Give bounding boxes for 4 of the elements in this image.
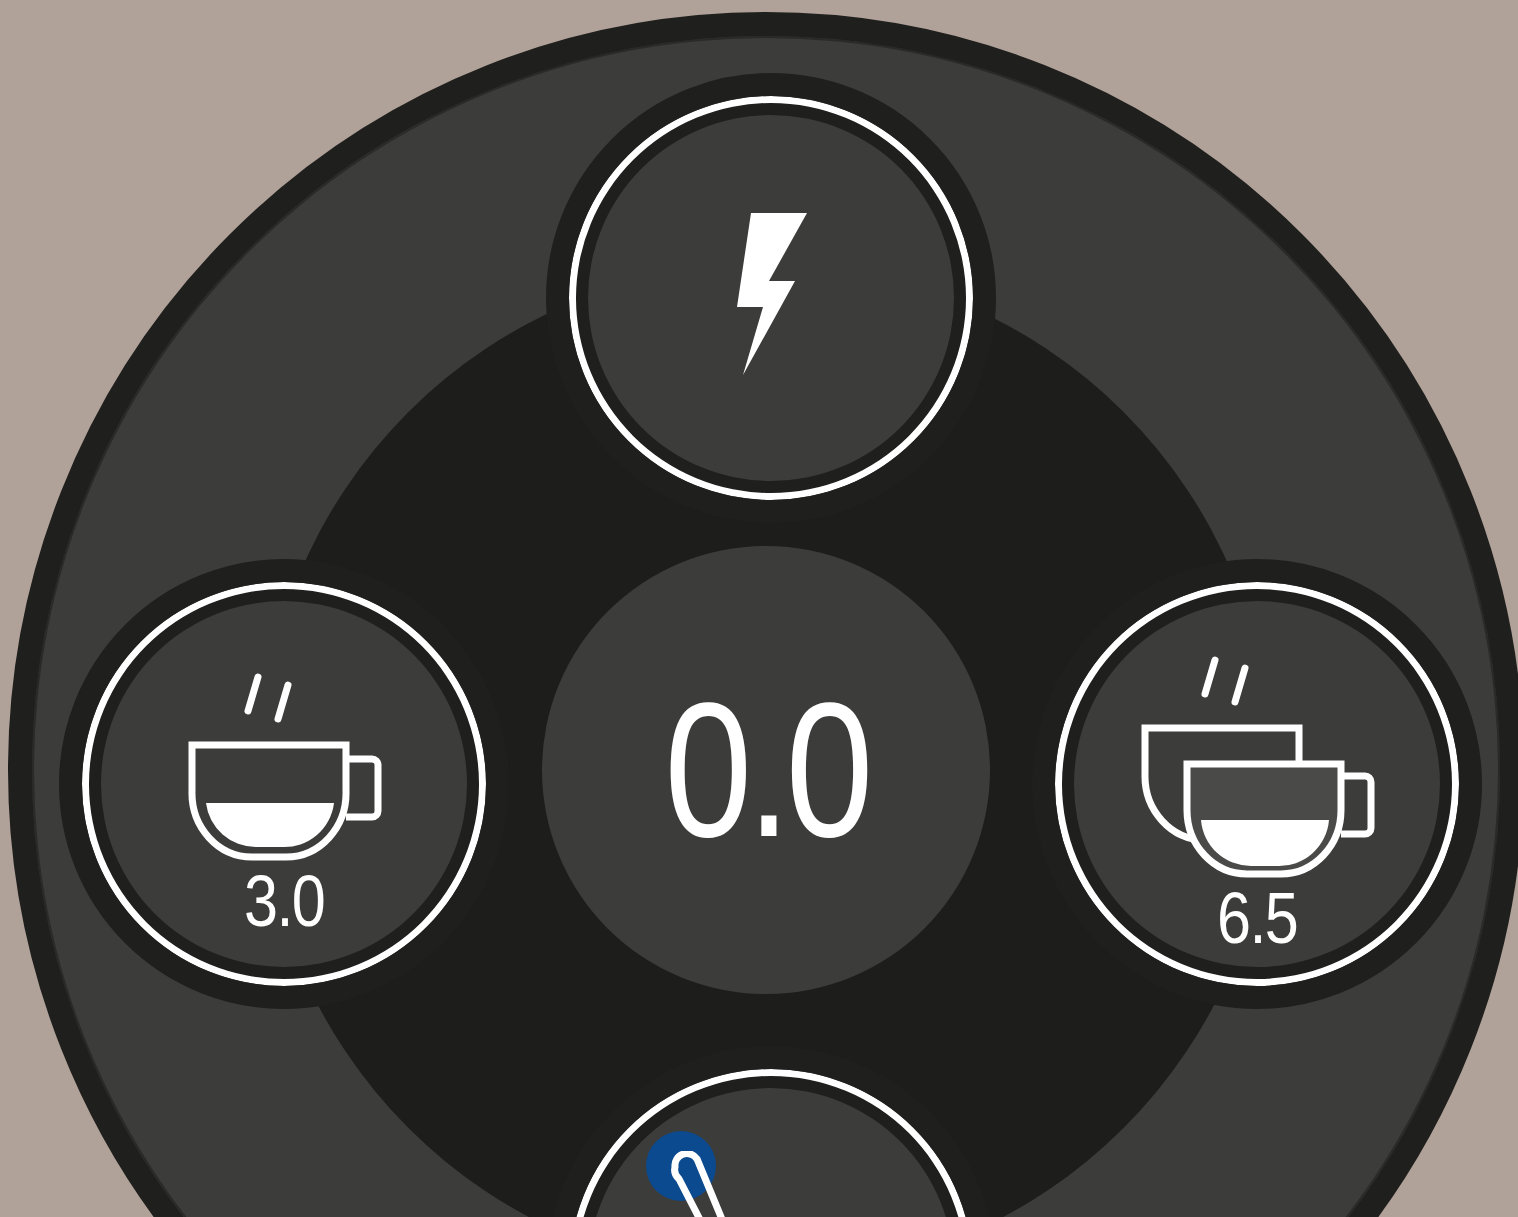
reading-value: 0.0: [663, 674, 869, 866]
two-cups-icon: [1139, 654, 1375, 878]
cup-icon: [186, 671, 382, 861]
lightning-icon: [735, 211, 807, 375]
